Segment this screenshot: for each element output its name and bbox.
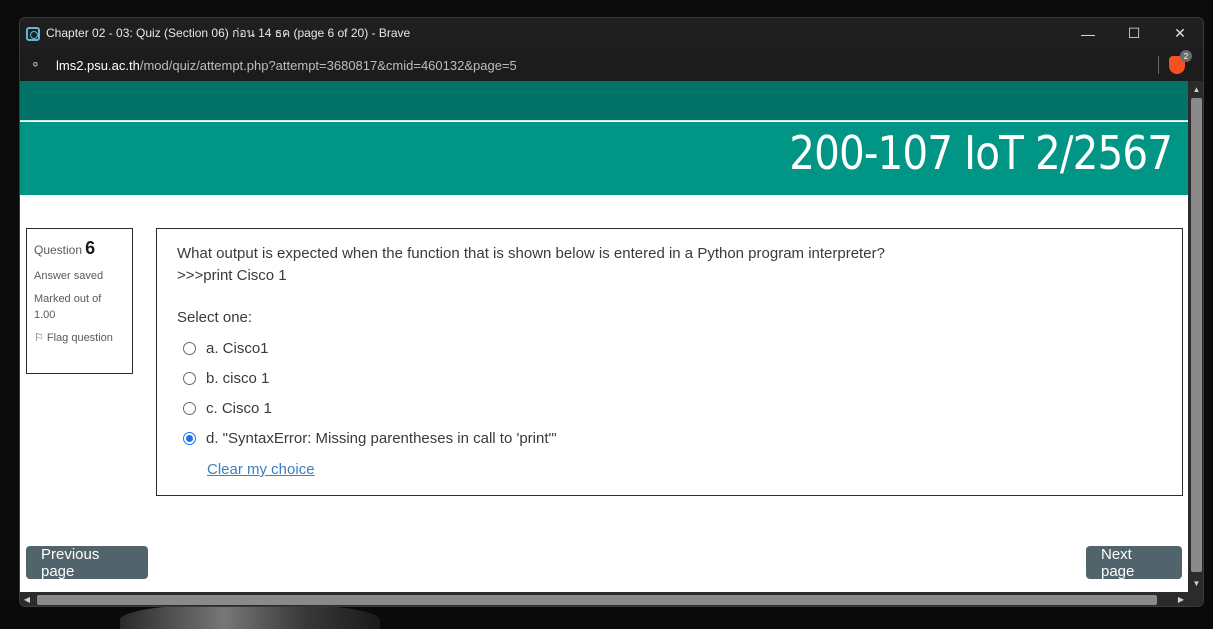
answer-options: a. Cisco1 b. cisco 1 c. Cisco 1 d. "Synt… — [177, 333, 1162, 453]
course-title: 200-107 IoT 2/2567 — [789, 126, 1173, 180]
option-label: a. Cisco1 — [206, 339, 269, 357]
answer-option-a[interactable]: a. Cisco1 — [177, 333, 1162, 363]
next-page-button[interactable]: Next page — [1086, 546, 1182, 580]
title-bar: Chapter 02 - 03: Quiz (Section 06) ก่อน … — [20, 18, 1203, 49]
question-text: What output is expected when the functio… — [177, 245, 885, 262]
scroll-down-icon[interactable]: ▼ — [1188, 579, 1203, 588]
course-header: 200-107 IoT 2/2567 — [20, 122, 1188, 195]
option-label: c. Cisco 1 — [206, 399, 272, 417]
address-bar-actions: 2 — [1158, 50, 1192, 74]
scroll-left-icon[interactable]: ◀ — [20, 595, 34, 604]
question-label: Question — [34, 243, 83, 257]
select-one-prompt: Select one: — [177, 309, 253, 326]
site-settings-icon[interactable]: ⚬ — [30, 57, 44, 73]
radio-option-b[interactable] — [183, 371, 196, 385]
page-viewport: 200-107 IoT 2/2567 Question 6 Answer sav… — [20, 81, 1188, 592]
question-info-panel: Question 6 Answer saved Marked out of 1.… — [26, 228, 133, 374]
flag-question-link[interactable]: ⚐ Flag question — [34, 330, 125, 347]
marked-out-of: Marked out of 1.00 — [34, 292, 102, 322]
address-bar[interactable]: ⚬ lms2.psu.ac.th/mod/quiz/attempt.php?at… — [20, 49, 1203, 81]
close-button[interactable]: ✕ — [1157, 18, 1203, 49]
clear-choice-link[interactable]: Clear my choice — [207, 461, 315, 478]
radio-option-c[interactable] — [183, 401, 196, 415]
brave-shields-icon[interactable]: 2 — [1169, 50, 1192, 74]
question-code: >>>print Cisco 1 — [177, 267, 287, 284]
flag-question-label: Flag question — [46, 331, 113, 344]
scrollbar-corner — [1188, 592, 1203, 606]
flag-icon: ⚐ — [34, 331, 44, 344]
horizontal-scrollbar[interactable]: ◀ ▶ — [20, 592, 1188, 606]
vertical-scrollbar[interactable]: ▲ ▼ — [1188, 81, 1203, 592]
horizontal-scroll-thumb[interactable] — [37, 595, 1157, 605]
url-path: /mod/quiz/attempt.php?attempt=3680817&cm… — [139, 57, 517, 73]
question-content: What output is expected when the functio… — [156, 228, 1183, 496]
answer-state: Answer saved — [34, 270, 104, 282]
radio-option-a[interactable] — [183, 341, 196, 355]
question-number: 6 — [85, 238, 96, 258]
answer-option-c[interactable]: c. Cisco 1 — [177, 393, 1162, 423]
radio-option-d[interactable] — [183, 431, 196, 445]
option-label: d. "SyntaxError: Missing parentheses in … — [206, 429, 557, 447]
toolbar-divider — [1158, 56, 1159, 74]
previous-page-button[interactable]: Previous page — [26, 546, 148, 580]
vertical-scroll-thumb[interactable] — [1191, 98, 1202, 572]
minimize-button[interactable]: — — [1065, 18, 1111, 49]
window-title: Chapter 02 - 03: Quiz (Section 06) ก่อน … — [46, 26, 411, 40]
moodle-app-icon — [26, 26, 40, 41]
answer-option-d[interactable]: d. "SyntaxError: Missing parentheses in … — [177, 423, 1162, 453]
site-navbar — [20, 81, 1188, 121]
desktop-wallpaper-figure — [120, 604, 380, 629]
window-controls: — ☐ ✕ — [1065, 18, 1203, 49]
scroll-up-icon[interactable]: ▲ — [1188, 85, 1203, 94]
answer-option-b[interactable]: b. cisco 1 — [177, 363, 1162, 393]
scroll-right-icon[interactable]: ▶ — [1174, 595, 1188, 604]
url-host: lms2.psu.ac.th — [56, 57, 140, 73]
browser-window: Chapter 02 - 03: Quiz (Section 06) ก่อน … — [19, 17, 1204, 607]
maximize-button[interactable]: ☐ — [1111, 18, 1157, 49]
shields-count-badge: 2 — [1180, 50, 1192, 62]
option-label: b. cisco 1 — [206, 369, 270, 387]
